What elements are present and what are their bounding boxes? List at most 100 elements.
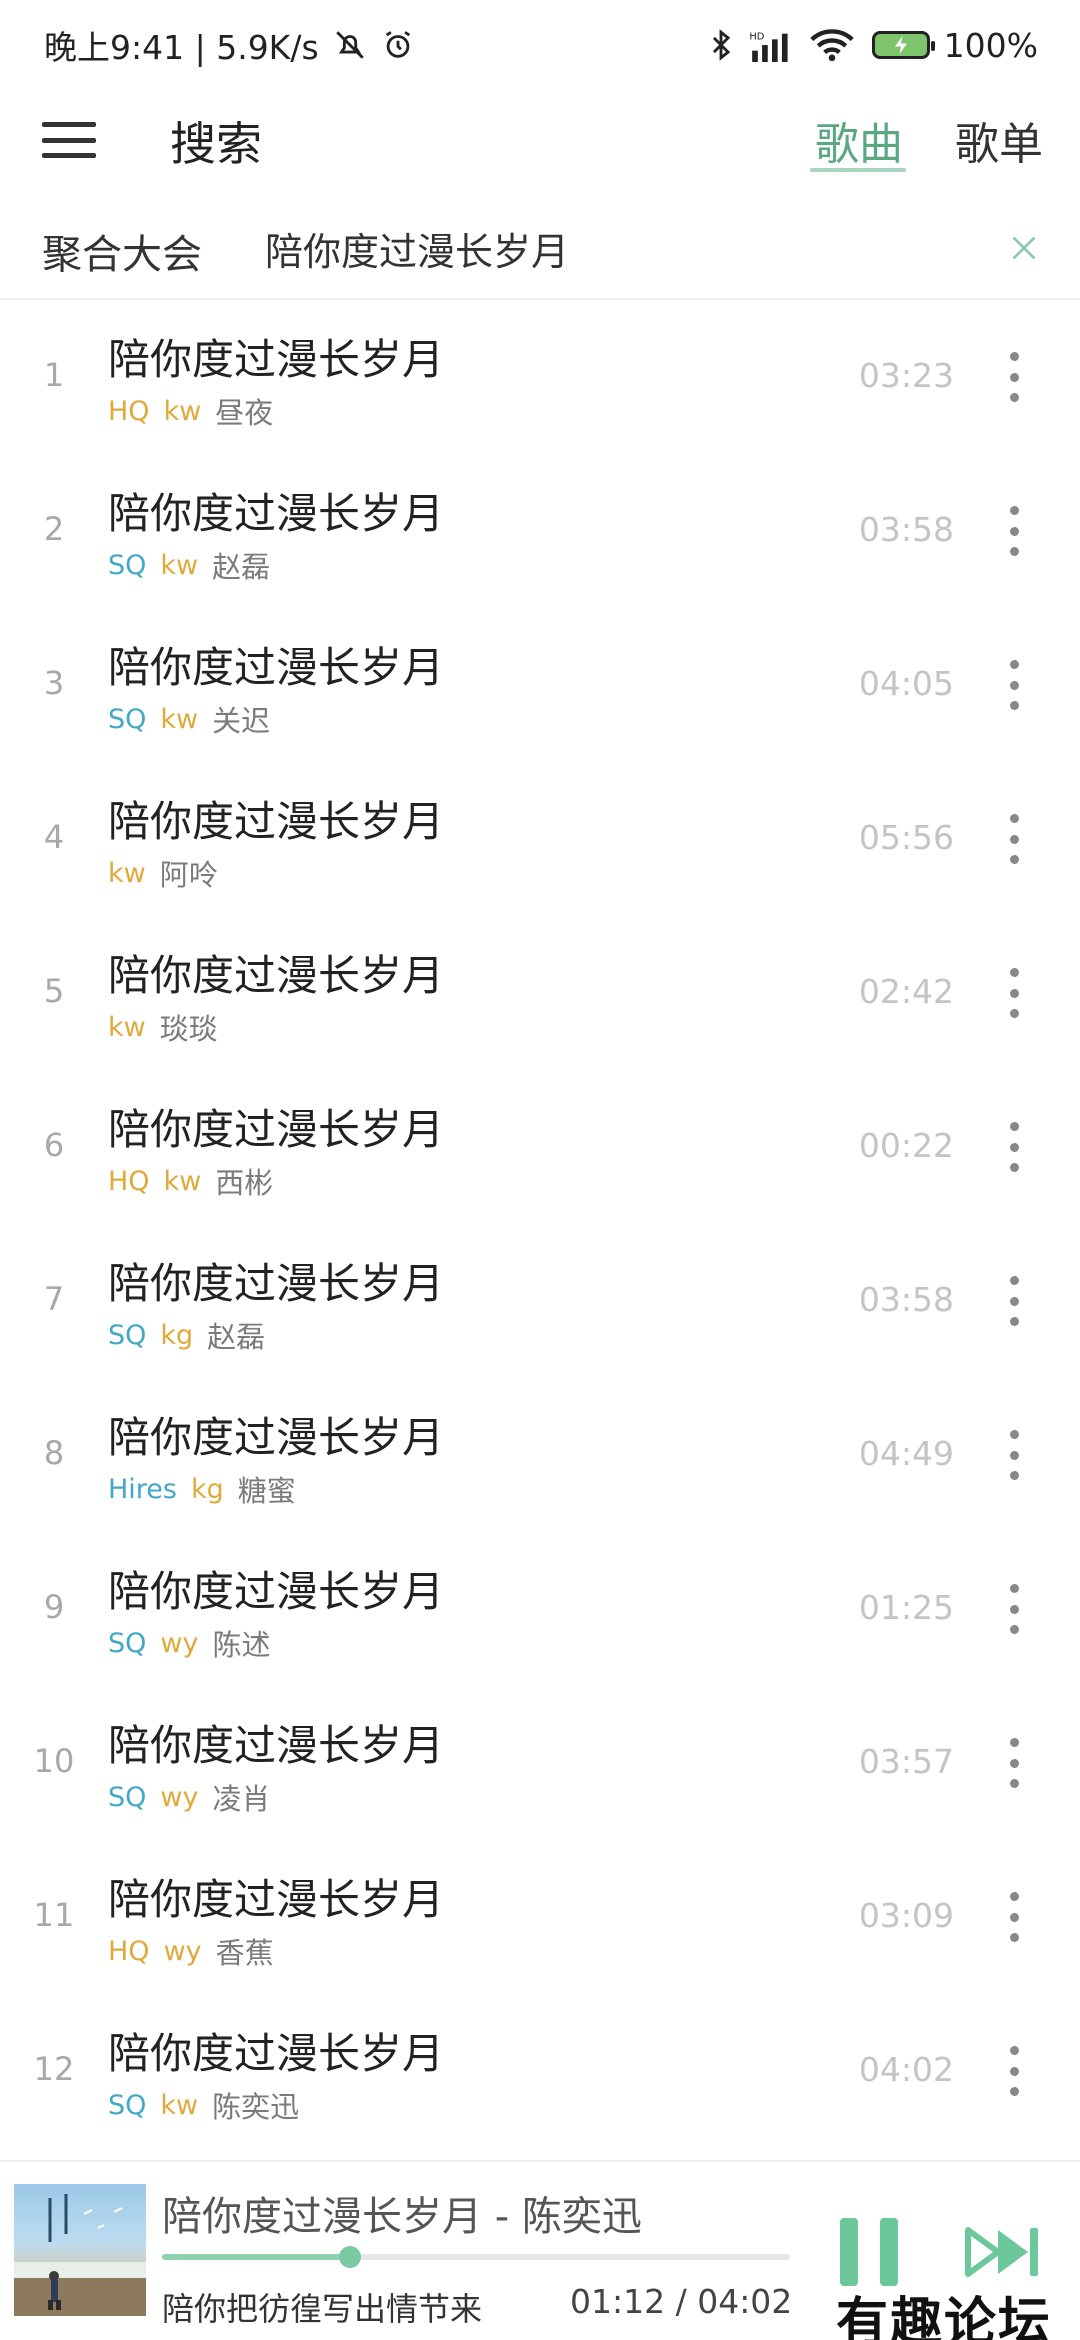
song-title: 陪你度过漫长岁月 (108, 951, 445, 1000)
song-meta: SQ wy 凌肖 (108, 1776, 270, 1818)
next-track-button[interactable] (962, 2222, 1042, 2282)
song-row[interactable]: 3 陪你度过漫长岁月 SQ kw 关迟 04:05 (0, 608, 1080, 762)
song-title: 陪你度过漫长岁月 (108, 335, 445, 384)
more-options-icon[interactable] (1004, 814, 1024, 864)
pause-button[interactable] (836, 2218, 904, 2286)
search-input[interactable] (265, 218, 965, 278)
source-badge: kg (191, 1473, 224, 1505)
song-artist: 昼夜 (215, 396, 274, 430)
status-time-speed: 晚上9:41 | 5.9K/s (44, 28, 319, 67)
source-badge: wy (160, 1627, 199, 1659)
album-art[interactable] (14, 2184, 146, 2316)
more-options-icon[interactable] (1004, 1892, 1024, 1942)
alarm-icon (381, 28, 415, 62)
song-row[interactable]: 10 陪你度过漫长岁月 SQ wy 凌肖 03:57 (0, 1686, 1080, 1840)
song-index: 7 (43, 1280, 65, 1318)
progress-bar[interactable] (162, 2246, 790, 2268)
song-index: 8 (43, 1434, 65, 1472)
song-row[interactable]: 11 陪你度过漫长岁月 HQ wy 香蕉 03:09 (0, 1840, 1080, 1994)
song-duration: 04:05 (858, 664, 954, 703)
status-right: HD 100% (708, 26, 1038, 65)
more-options-icon[interactable] (1004, 352, 1024, 402)
more-options-icon[interactable] (1004, 1122, 1024, 1172)
song-artist: 西彬 (215, 1166, 274, 1200)
song-artist: 琰琰 (159, 1012, 218, 1046)
song-meta: SQ kw 陈奕迅 (108, 2084, 299, 2126)
more-options-icon[interactable] (1004, 968, 1024, 1018)
song-meta: Hires kg 糖蜜 (108, 1468, 296, 1510)
tab-active-indicator (810, 168, 906, 172)
source-badge: kw (108, 857, 146, 889)
song-title: 陪你度过漫长岁月 (108, 489, 445, 538)
song-title: 陪你度过漫长岁月 (108, 1567, 445, 1616)
progress-fill (162, 2254, 351, 2260)
status-bar: 晚上9:41 | 5.9K/s HD 100% (0, 0, 1080, 90)
song-row[interactable]: 4 陪你度过漫长岁月 kw 阿呤 05:56 (0, 762, 1080, 916)
signal-icon: HD (748, 28, 796, 62)
song-index: 1 (43, 356, 65, 394)
song-title: 陪你度过漫长岁月 (108, 797, 445, 846)
song-duration: 04:02 (858, 2050, 954, 2089)
quality-badge: SQ (108, 2089, 147, 2121)
song-duration: 01:25 (858, 1588, 954, 1627)
song-row[interactable]: 12 陪你度过漫长岁月 SQ kw 陈奕迅 04:02 (0, 1994, 1080, 2148)
source-badge: wy (160, 1781, 199, 1813)
song-title: 陪你度过漫长岁月 (108, 643, 445, 692)
song-duration: 00:22 (858, 1126, 954, 1165)
source-selector[interactable]: 聚合大会 (42, 222, 202, 280)
song-duration: 03:58 (858, 510, 954, 549)
song-index: 11 (33, 1896, 75, 1934)
song-title: 陪你度过漫长岁月 (108, 1105, 445, 1154)
song-meta: HQ kw 昼夜 (108, 390, 273, 432)
battery-icon (871, 31, 935, 59)
song-row[interactable]: 1 陪你度过漫长岁月 HQ kw 昼夜 03:23 (0, 300, 1080, 454)
tab-playlists[interactable]: 歌单 (955, 108, 1043, 172)
watermark-logo: 有趣论坛 (836, 2292, 1053, 2340)
more-options-icon[interactable] (1004, 1738, 1024, 1788)
clear-icon[interactable] (1006, 230, 1042, 266)
network-badge: HD (749, 31, 764, 42)
source-badge: kw (163, 1165, 202, 1197)
more-options-icon[interactable] (1004, 660, 1024, 710)
song-row[interactable]: 7 陪你度过漫长岁月 SQ kg 赵磊 03:58 (0, 1224, 1080, 1378)
song-row[interactable]: 6 陪你度过漫长岁月 HQ kw 西彬 00:22 (0, 1070, 1080, 1224)
source-badge: kw (160, 549, 199, 581)
more-options-icon[interactable] (1004, 1276, 1024, 1326)
song-row[interactable]: 9 陪你度过漫长岁月 SQ wy 陈述 01:25 (0, 1532, 1080, 1686)
mute-bell-icon (333, 28, 367, 62)
playback-time: 01:12 / 04:02 (570, 2282, 793, 2321)
song-artist: 关迟 (212, 704, 271, 738)
more-options-icon[interactable] (1004, 506, 1024, 556)
song-duration: 04:49 (858, 1434, 954, 1473)
quality-badge: HQ (108, 1165, 150, 1197)
song-row[interactable]: 5 陪你度过漫长岁月 kw 琰琰 02:42 (0, 916, 1080, 1070)
song-title: 陪你度过漫长岁月 (108, 2029, 445, 2078)
quality-badge: HQ (108, 1935, 150, 1967)
more-options-icon[interactable] (1004, 1584, 1024, 1634)
progress-handle[interactable] (339, 2246, 362, 2268)
song-artist: 凌肖 (212, 1782, 271, 1816)
player-bar[interactable]: 陪你度过漫长岁月 - 陈奕迅 陪你把彷徨写出情节来 01:12 / 04:02 … (0, 2160, 1080, 2340)
song-index: 9 (43, 1588, 65, 1626)
song-meta: kw 琰琰 (108, 1006, 218, 1048)
source-badge: wy (163, 1935, 202, 1967)
top-bar: 搜索 歌曲 歌单 (0, 90, 1080, 190)
quality-badge: SQ (108, 703, 147, 735)
tab-songs[interactable]: 歌曲 (815, 108, 903, 172)
more-options-icon[interactable] (1004, 1430, 1024, 1480)
source-badge: kw (108, 1011, 146, 1043)
menu-icon[interactable] (40, 112, 98, 168)
quality-badge: SQ (108, 1319, 147, 1351)
now-playing-title: 陪你度过漫长岁月 - 陈奕迅 (162, 2194, 642, 2240)
status-left: 晚上9:41 | 5.9K/s (44, 21, 415, 69)
song-index: 5 (43, 972, 65, 1010)
song-index: 6 (43, 1126, 65, 1164)
source-badge: kw (163, 395, 202, 427)
song-row[interactable]: 2 陪你度过漫长岁月 SQ kw 赵磊 03:58 (0, 454, 1080, 608)
song-meta: HQ wy 香蕉 (108, 1930, 274, 1972)
song-row[interactable]: 8 陪你度过漫长岁月 Hires kg 糖蜜 04:49 (0, 1378, 1080, 1532)
more-options-icon[interactable] (1004, 2046, 1024, 2096)
song-title: 陪你度过漫长岁月 (108, 1259, 445, 1308)
song-artist: 糖蜜 (237, 1474, 296, 1508)
song-index: 12 (33, 2050, 75, 2088)
